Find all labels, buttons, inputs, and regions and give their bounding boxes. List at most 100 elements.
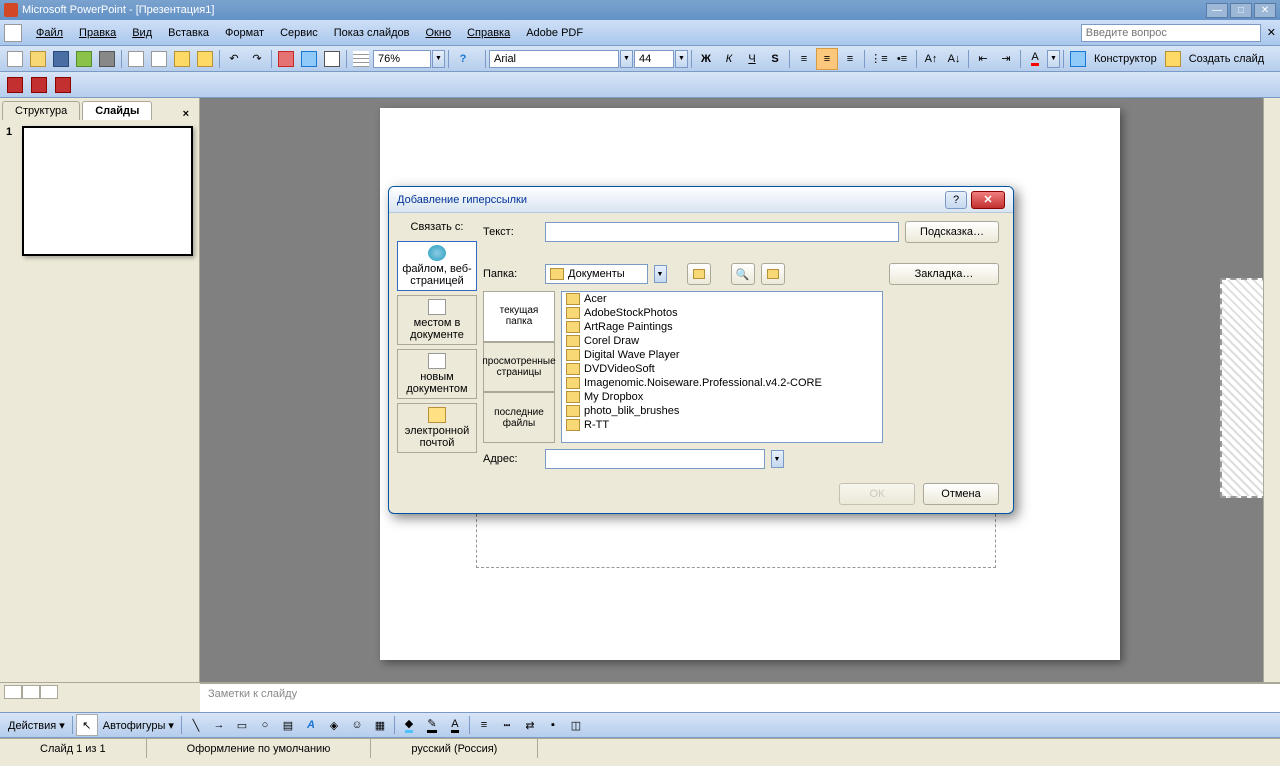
- bullets-button[interactable]: •≡: [891, 48, 913, 70]
- diagram-tool[interactable]: ◈: [323, 714, 345, 736]
- file-item[interactable]: Corel Draw: [562, 334, 882, 348]
- file-list[interactable]: AcerAdobeStockPhotosArtRage PaintingsCor…: [561, 291, 883, 443]
- font-color-button[interactable]: A: [1024, 48, 1046, 70]
- status-language[interactable]: русский (Россия): [371, 739, 538, 758]
- actions-menu[interactable]: Действия ▾: [4, 719, 69, 732]
- file-item[interactable]: DVDVideoSoft: [562, 362, 882, 376]
- file-item[interactable]: ArtRage Paintings: [562, 320, 882, 334]
- doc-close-button[interactable]: ✕: [1267, 26, 1276, 39]
- thumbnail-preview[interactable]: [22, 126, 193, 256]
- browse-tab-current[interactable]: текущая папка: [483, 291, 555, 342]
- increase-indent-button[interactable]: ⇥: [995, 48, 1017, 70]
- rectangle-tool[interactable]: ▭: [231, 714, 253, 736]
- zoom-dropdown[interactable]: ▼: [432, 50, 445, 68]
- bold-button[interactable]: Ж: [695, 48, 717, 70]
- pdf-convert-button[interactable]: [4, 74, 26, 96]
- menu-slideshow[interactable]: Показ слайдов: [326, 24, 418, 42]
- file-item[interactable]: Acer: [562, 292, 882, 306]
- new-button[interactable]: [4, 48, 26, 70]
- underline-button[interactable]: Ч: [741, 48, 763, 70]
- file-item[interactable]: Digital Wave Player: [562, 348, 882, 362]
- numbering-button[interactable]: ⋮≡: [868, 48, 890, 70]
- folder-combo[interactable]: Документы: [545, 264, 648, 284]
- dialog-close-button[interactable]: ✕: [971, 191, 1005, 209]
- new-slide-button[interactable]: Создать слайд: [1185, 53, 1268, 65]
- arrow-style-tool[interactable]: ⇄: [519, 714, 541, 736]
- wordart-tool[interactable]: A: [300, 714, 322, 736]
- font-size-combo[interactable]: 44: [634, 50, 674, 68]
- address-input[interactable]: [545, 449, 765, 469]
- file-item[interactable]: AdobeStockPhotos: [562, 306, 882, 320]
- menu-adobe-pdf[interactable]: Adobe PDF: [518, 24, 591, 42]
- copy-button[interactable]: [148, 48, 170, 70]
- permission-button[interactable]: [73, 48, 95, 70]
- select-tool[interactable]: ↖: [76, 714, 98, 736]
- menu-edit[interactable]: Правка: [71, 24, 124, 42]
- undo-button[interactable]: ↶: [223, 48, 245, 70]
- align-left-button[interactable]: ≡: [793, 48, 815, 70]
- menu-file[interactable]: Файл: [28, 24, 71, 42]
- redo-button[interactable]: ↷: [246, 48, 268, 70]
- designer-icon[interactable]: [1067, 48, 1089, 70]
- sorter-view-button[interactable]: [22, 685, 40, 699]
- tab-close-button[interactable]: ×: [179, 108, 193, 120]
- zoom-combo[interactable]: 76%: [373, 50, 431, 68]
- menu-service[interactable]: Сервис: [272, 24, 326, 42]
- vertical-scrollbar[interactable]: [1263, 98, 1280, 682]
- address-dropdown[interactable]: ▼: [771, 450, 784, 468]
- cancel-button[interactable]: Отмена: [923, 483, 999, 505]
- oval-tool[interactable]: ○: [254, 714, 276, 736]
- autoshapes-menu[interactable]: Автофигуры ▾: [99, 719, 178, 732]
- save-button[interactable]: [50, 48, 72, 70]
- format-painter-button[interactable]: [194, 48, 216, 70]
- paste-button[interactable]: [171, 48, 193, 70]
- display-text-input[interactable]: [545, 222, 899, 242]
- folder-dropdown[interactable]: ▼: [654, 265, 667, 283]
- close-button[interactable]: ✕: [1254, 3, 1276, 18]
- shadow-button[interactable]: S: [764, 48, 786, 70]
- designer-button[interactable]: Конструктор: [1090, 53, 1161, 65]
- decrease-indent-button[interactable]: ⇤: [972, 48, 994, 70]
- tables-borders-button[interactable]: [321, 48, 343, 70]
- dialog-help-button[interactable]: ?: [945, 191, 967, 209]
- textbox-tool[interactable]: ▤: [277, 714, 299, 736]
- up-folder-button[interactable]: [687, 263, 711, 285]
- link-type-place[interactable]: местом в документе: [397, 295, 477, 345]
- system-menu-icon[interactable]: [4, 24, 22, 42]
- grid-button[interactable]: [350, 48, 372, 70]
- dash-style-tool[interactable]: ┅: [496, 714, 518, 736]
- menu-insert[interactable]: Вставка: [160, 24, 217, 42]
- line-style-tool[interactable]: ≡: [473, 714, 495, 736]
- pdf-email-button[interactable]: [28, 74, 50, 96]
- pdf-review-button[interactable]: [52, 74, 74, 96]
- menu-view[interactable]: Вид: [124, 24, 160, 42]
- minimize-button[interactable]: —: [1206, 3, 1228, 18]
- font-combo[interactable]: Arial: [489, 50, 619, 68]
- decrease-font-button[interactable]: A↓: [943, 48, 965, 70]
- browse-file-button[interactable]: [761, 263, 785, 285]
- line-tool[interactable]: ╲: [185, 714, 207, 736]
- align-right-button[interactable]: ≡: [839, 48, 861, 70]
- link-type-email[interactable]: электронной почтой: [397, 403, 477, 453]
- menu-window[interactable]: Окно: [418, 24, 460, 42]
- maximize-button[interactable]: □: [1230, 3, 1252, 18]
- table-button[interactable]: [298, 48, 320, 70]
- italic-button[interactable]: К: [718, 48, 740, 70]
- fill-color-tool[interactable]: ◆: [398, 714, 420, 736]
- file-item[interactable]: My Dropbox: [562, 390, 882, 404]
- print-button[interactable]: [96, 48, 118, 70]
- chart-button[interactable]: [275, 48, 297, 70]
- 3d-style-tool[interactable]: ◫: [565, 714, 587, 736]
- align-center-button[interactable]: ≡: [816, 48, 838, 70]
- help-search-input[interactable]: [1081, 24, 1261, 42]
- font-color-tool[interactable]: A: [444, 714, 466, 736]
- file-item[interactable]: photo_blik_brushes: [562, 404, 882, 418]
- browse-tab-recent[interactable]: последние файлы: [483, 392, 555, 443]
- menu-format[interactable]: Формат: [217, 24, 272, 42]
- ok-button[interactable]: ОК: [839, 483, 915, 505]
- clipart-tool[interactable]: ☺: [346, 714, 368, 736]
- browse-tab-viewed[interactable]: просмотренные страницы: [483, 342, 555, 393]
- font-size-dropdown[interactable]: ▼: [675, 50, 688, 68]
- bookmark-button[interactable]: Закладка…: [889, 263, 999, 285]
- file-item[interactable]: R-TT: [562, 418, 882, 432]
